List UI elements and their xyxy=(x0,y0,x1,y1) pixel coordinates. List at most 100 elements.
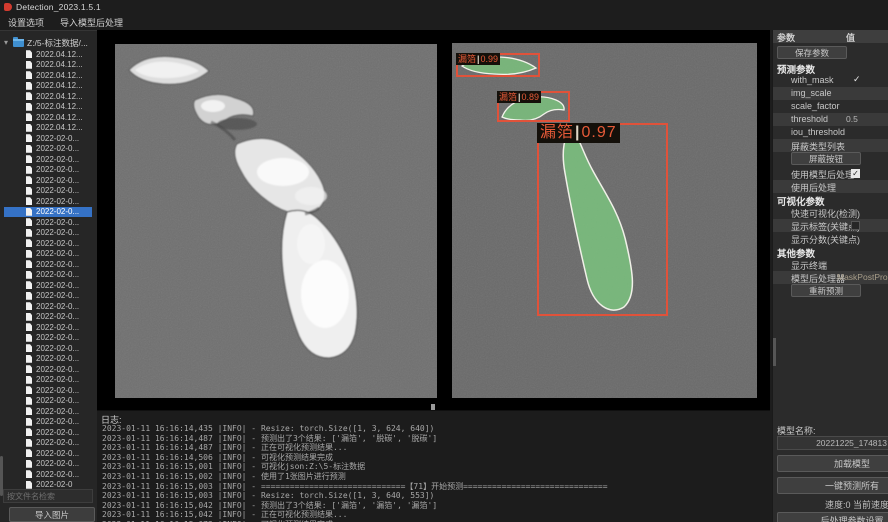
menu-bar: 设置选项导入模型后处理 xyxy=(0,14,888,30)
tree-item[interactable]: 2022-02-0... xyxy=(4,385,92,396)
tree-item[interactable]: 2022.04.12... xyxy=(4,112,92,123)
tree-item[interactable]: 2022-02-0... xyxy=(4,301,92,312)
checkmark-icon[interactable]: ✓ xyxy=(853,74,861,85)
log-line: 2023-01-11 16:16:15,002 |INFO| - 使用了1张图片… xyxy=(102,472,768,482)
tree-item[interactable]: 2022.04.12... xyxy=(4,70,92,81)
speed-status: 速度:0 当前速度 xyxy=(777,498,888,511)
tree-item[interactable]: 2022-02-0... xyxy=(4,438,92,449)
tree-item-label: 2022-02-0... xyxy=(36,197,79,206)
tree-item[interactable]: 2022-02-0... xyxy=(4,448,92,459)
log-line: 2023-01-11 16:16:14,487 |INFO| - 正在可视化预测… xyxy=(102,443,768,453)
tree-item[interactable]: 2022-02-0... xyxy=(4,207,92,218)
log-line: 2023-01-11 16:16:15,042 |INFO| - 预测出了3个结… xyxy=(102,501,768,511)
tree-item[interactable]: 2022-02-0... xyxy=(4,196,92,207)
tree-item[interactable]: 2022-02-0... xyxy=(4,417,92,428)
tree-item[interactable]: 2022.04.12... xyxy=(4,123,92,134)
tree-item[interactable]: 2022-02-0... xyxy=(4,322,92,333)
tree-item[interactable]: 2022-02-0... xyxy=(4,228,92,239)
postprocess-settings-button[interactable]: 后处理参数设置 xyxy=(777,512,888,522)
tree-item-label: 2022-02-0... xyxy=(36,375,79,384)
file-icon xyxy=(26,292,32,300)
tree-item-label: 2022-02-0... xyxy=(36,291,79,300)
param-row: 屏蔽类型列表 xyxy=(773,139,888,152)
predict-all-button[interactable]: 一键预测所有 xyxy=(777,477,888,494)
tree-item[interactable]: 2022-02-0... xyxy=(4,259,92,270)
file-icon xyxy=(26,208,32,216)
source-image xyxy=(115,44,437,398)
tree-item[interactable]: 2022-02-0... xyxy=(4,312,92,323)
log-panel: 日志: 2023-01-11 16:16:14,435 |INFO| - Res… xyxy=(97,410,770,522)
load-model-button[interactable]: 加载模型 xyxy=(777,455,888,472)
tree-item[interactable]: 2022-02-0... xyxy=(4,469,92,480)
import-images-button[interactable]: 导入图片 xyxy=(9,507,95,522)
tree-item[interactable]: 2022-02-0... xyxy=(4,175,92,186)
file-icon xyxy=(26,460,32,468)
tree-item[interactable]: 2022-02-0... xyxy=(4,186,92,197)
param-action-button[interactable]: 屏蔽按钮 xyxy=(791,152,861,165)
label-separator: | xyxy=(574,124,581,141)
tree-item[interactable]: 2022.04.12... xyxy=(4,60,92,71)
tree-item[interactable]: 2022.04.12... xyxy=(4,91,92,102)
file-icon xyxy=(26,481,32,489)
checkbox-checked[interactable]: ✓ xyxy=(851,169,860,178)
tree-item-label: 2022-02-0... xyxy=(36,312,79,321)
param-section-header: 其他参数 xyxy=(773,245,888,258)
log-line: 2023-01-11 16:16:15,042 |INFO| - 正在可视化预测… xyxy=(102,510,768,520)
tree-item-label: 2022.04.12... xyxy=(36,92,83,101)
menu-item-1[interactable]: 导入模型后处理 xyxy=(52,16,131,29)
menu-item-0[interactable]: 设置选项 xyxy=(0,16,52,29)
file-icon xyxy=(26,218,32,226)
tree-item[interactable]: 2022-02-0... xyxy=(4,375,92,386)
log-line: 2023-01-11 16:16:14,435 |INFO| - Resize:… xyxy=(102,424,768,434)
detection-box: 漏箔|0.97 xyxy=(537,123,668,316)
tree-item[interactable]: 2022-02-0... xyxy=(4,459,92,470)
tree-item[interactable]: 2022-02-0... xyxy=(4,354,92,365)
tree-item[interactable]: 2022-02-0... xyxy=(4,165,92,176)
tree-item[interactable]: 2022-02-0... xyxy=(4,144,92,155)
model-name-field[interactable]: 20221225_174813 xyxy=(777,436,888,450)
tree-item-label: 2022-02-0... xyxy=(36,470,79,479)
tree-item[interactable]: 2022-02-0... xyxy=(4,291,92,302)
tree-root-folder[interactable]: ▾ Z:/5-标注数据/... xyxy=(4,37,88,48)
panel-scrollbar-thumb[interactable] xyxy=(773,338,776,366)
file-icon xyxy=(26,407,32,415)
tree-item[interactable]: 2022-02-0... xyxy=(4,238,92,249)
tree-item[interactable]: 2022-02-0... xyxy=(4,396,92,407)
tree-item[interactable]: 2022-02-0... xyxy=(4,133,92,144)
save-params-button[interactable]: 保存参数 xyxy=(777,46,847,59)
tree-item[interactable]: 2022-02-0... xyxy=(4,154,92,165)
tree-item[interactable]: 2022-02-0... xyxy=(4,280,92,291)
detection-box: 漏箔|0.99 xyxy=(456,53,540,77)
tree-item-label: 2022.04.12... xyxy=(36,71,83,80)
tree-item[interactable]: 2022-02-0... xyxy=(4,364,92,375)
search-input[interactable] xyxy=(3,489,93,503)
tree-item-label: 2022.04.12... xyxy=(36,102,83,111)
tree-item-label: 2022.04.12... xyxy=(36,50,83,59)
tree-root-label: Z:/5-标注数据/... xyxy=(27,37,88,49)
param-row: 模型后处理器MaskPostPro xyxy=(773,271,888,284)
tree-item[interactable]: 2022-02-0... xyxy=(4,249,92,260)
tree-item-label: 2022-02-0... xyxy=(36,449,79,458)
tree-item-label: 2022-02-0... xyxy=(36,155,79,164)
tree-item[interactable]: 2022-02-0... xyxy=(4,270,92,281)
tree-item[interactable]: 2022-02-0... xyxy=(4,406,92,417)
param-action-button[interactable]: 重新预测 xyxy=(791,284,861,297)
tree-item[interactable]: 2022-02-0... xyxy=(4,427,92,438)
detection-class-name: 漏箔 xyxy=(458,54,476,64)
tree-item[interactable]: 2022-02-0... xyxy=(4,343,92,354)
tree-item[interactable]: 2022.04.12... xyxy=(4,102,92,113)
tree-item[interactable]: 2022-02-0... xyxy=(4,217,92,228)
param-row: 使用模型后处理✓ xyxy=(773,167,888,180)
tree-item[interactable]: 2022.04.12... xyxy=(4,49,92,60)
window-title: Detection_2023.1.5.1 xyxy=(16,2,101,12)
log-line: 2023-01-11 16:16:14,506 |INFO| - 可视化预测结果… xyxy=(102,453,768,463)
tree-item-label: 2022-02-0... xyxy=(36,218,79,227)
file-icon xyxy=(26,344,32,352)
tree-item[interactable]: 2022.04.12... xyxy=(4,81,92,92)
param-label: scale_factor xyxy=(791,101,840,111)
detection-label: 漏箔|0.99 xyxy=(456,53,500,65)
tree-item[interactable]: 2022-02-0... xyxy=(4,333,92,344)
log-output[interactable]: 2023-01-11 16:16:14,435 |INFO| - Resize:… xyxy=(102,424,768,522)
file-icon xyxy=(26,260,32,268)
checkbox-unchecked[interactable] xyxy=(851,221,860,230)
